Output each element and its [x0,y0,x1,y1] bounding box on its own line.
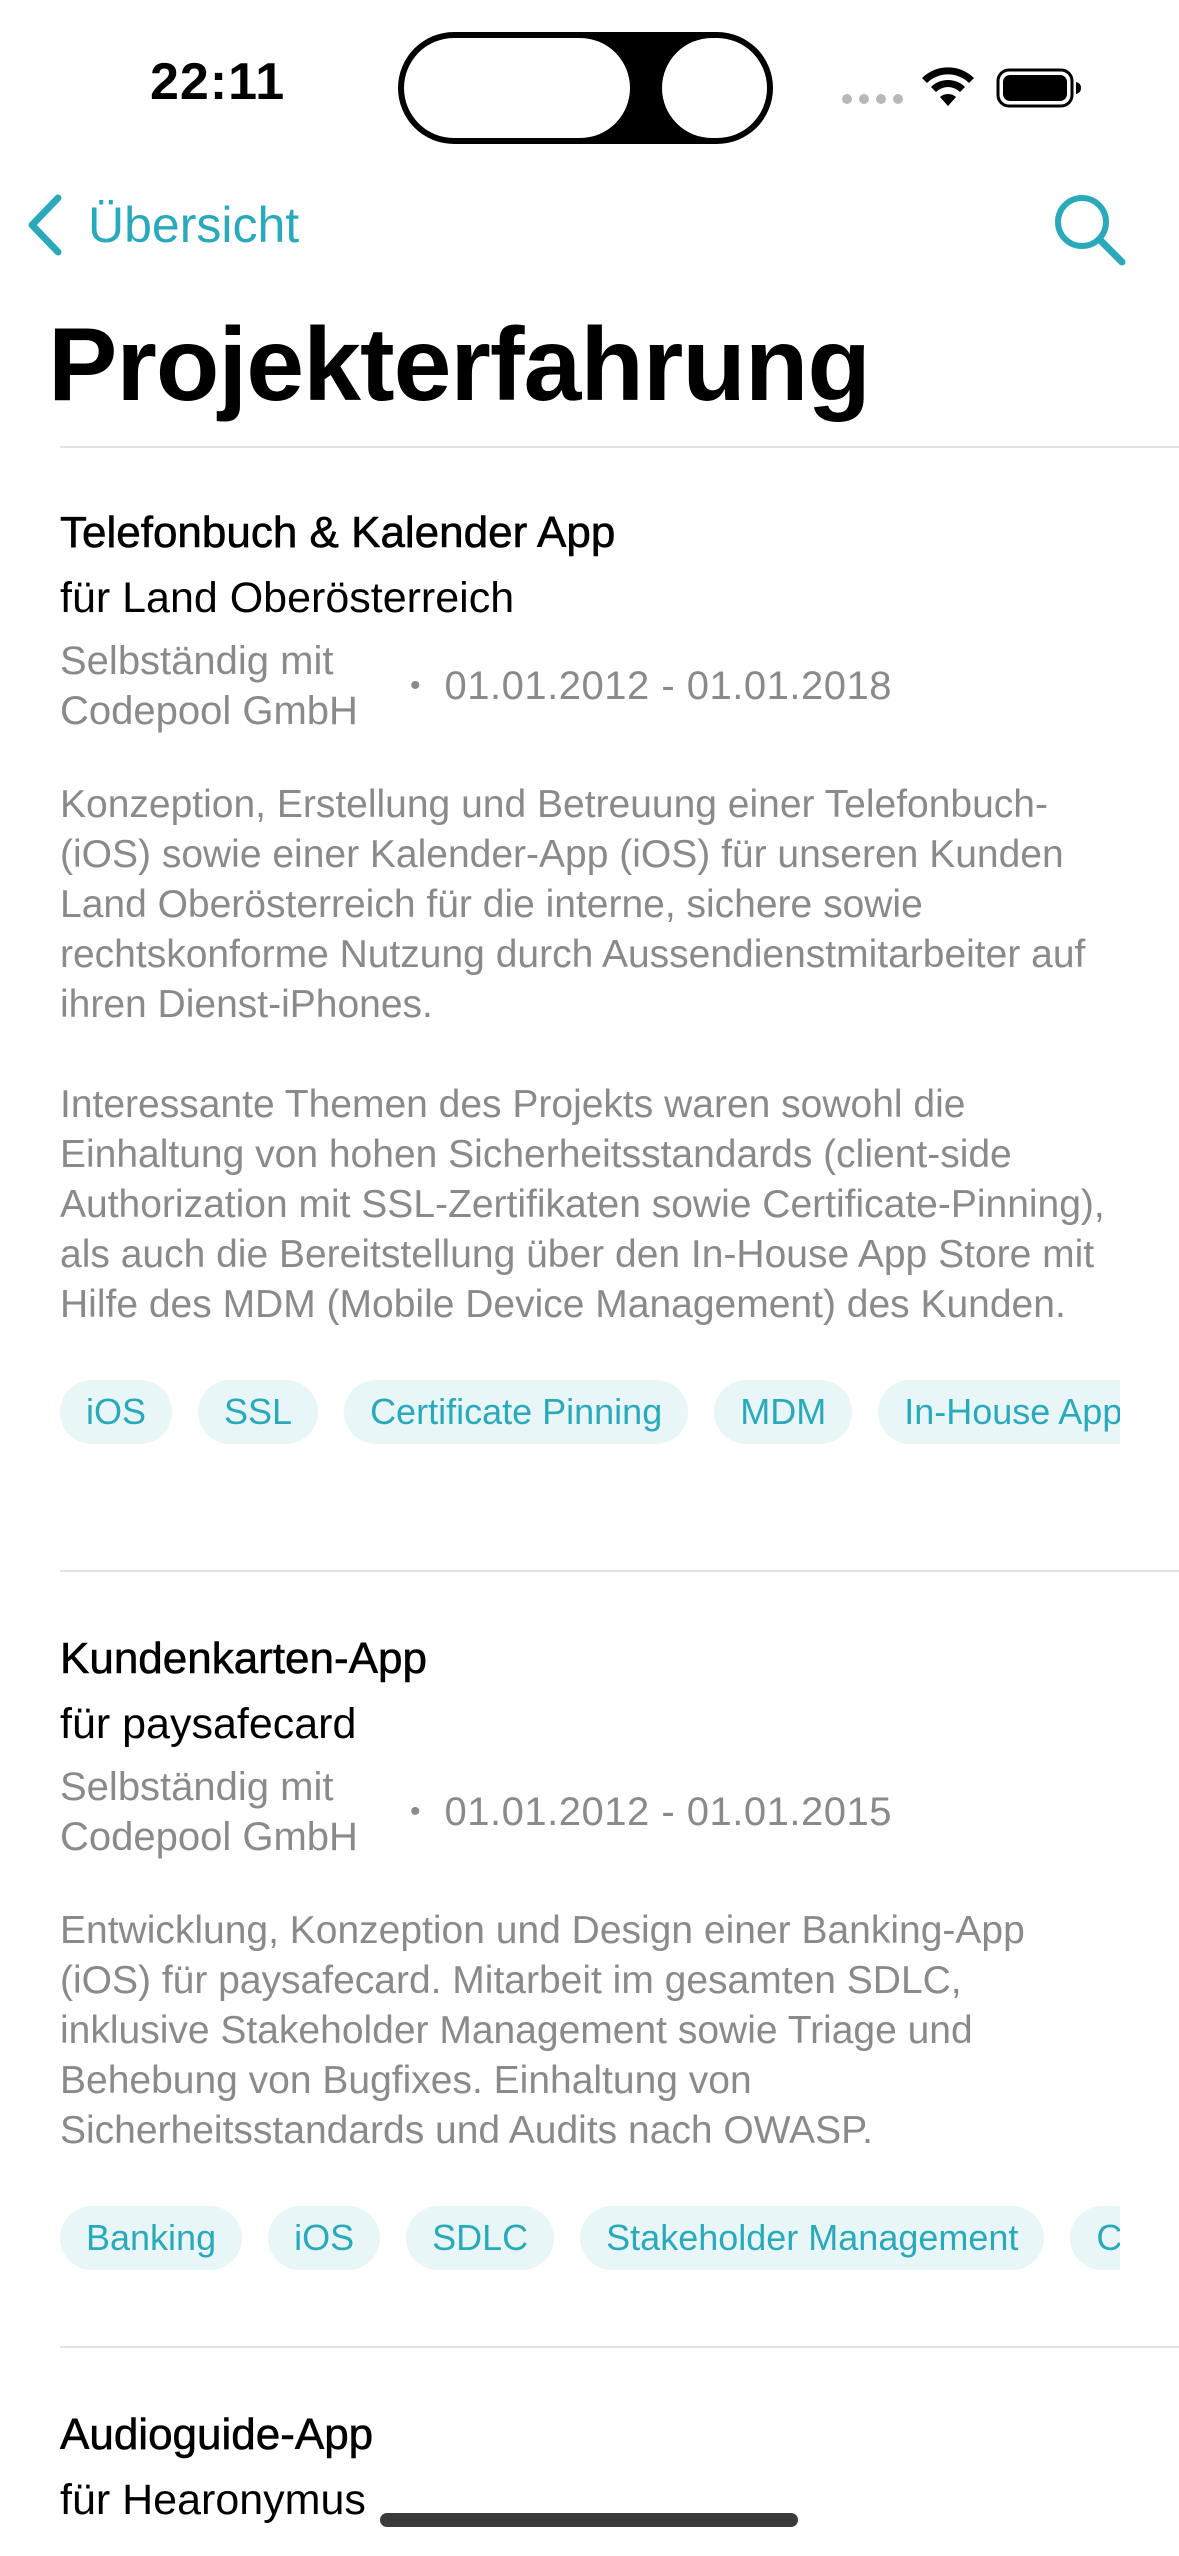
project-client: für paysafecard [60,1700,357,1748]
tag-chip[interactable]: iOS [268,2206,381,2270]
project-title: Audioguide-App [60,2410,374,2460]
island-pill-left [404,38,630,138]
tag-chip[interactable]: Banking [60,2206,243,2270]
tag-chip[interactable]: Stakeholder Management [580,2206,1045,2270]
status-time: 22:11 [150,53,286,111]
tag-chip[interactable]: C [1070,2206,1120,2270]
magnifying-glass-icon [1055,195,1126,266]
page-title: Projekterfahrung [48,307,871,423]
project-card[interactable]: Telefonbuch & Kalender App für Land Ober… [60,502,1120,1444]
project-dates: 01.01.2012 - 01.01.2015 [444,1789,892,1834]
chevron-left-icon [28,194,62,256]
description-paragraph: Konzeption, Erstellung und Betreuung ein… [60,783,1086,1026]
project-employer: Selbständig mit Codepool GmbH [60,1765,358,1859]
tag-chip[interactable]: Certificate Pinning [344,1380,689,1444]
battery-full-icon [996,68,1081,108]
status-bar: 22:11 [0,0,1179,170]
project-meta: Selbständig mit Codepool GmbH • 01.01.20… [60,636,1120,736]
wifi-icon [922,67,974,106]
project-card[interactable]: Kundenkarten-App für paysafecard Selbstä… [60,1628,1120,2270]
tag-chip[interactable]: SSL [198,1380,319,1444]
meta-separator-dot: • [410,1795,421,1828]
back-button-label: Übersicht [88,197,300,253]
description-paragraph: Interessante Themen des Projekts waren s… [60,1083,1105,1326]
section-divider [60,446,1179,448]
search-button[interactable] [1050,190,1130,270]
project-employer: Selbständig mit Codepool GmbH [60,639,358,733]
cellular-signal-icon [842,94,903,104]
tag-chip[interactable]: SDLC [406,2206,555,2270]
project-description: Entwicklung, Konzeption und Design einer… [60,1906,1120,2156]
tag-list[interactable]: Banking iOS SDLC Stakeholder Management … [60,2206,1120,2270]
description-paragraph: Entwicklung, Konzeption und Design einer… [60,1909,1025,2152]
project-dates: 01.01.2012 - 01.01.2018 [444,663,892,708]
dynamic-island [398,32,773,144]
project-description: Konzeption, Erstellung und Betreuung ein… [60,780,1120,1330]
project-title: Telefonbuch & Kalender App [60,508,616,558]
project-meta: Selbständig mit Codepool GmbH • 01.01.20… [60,1762,1120,1862]
tag-list[interactable]: iOS SSL Certificate Pinning MDM In-House… [60,1380,1120,1444]
home-indicator[interactable] [380,2513,798,2527]
project-divider [60,2346,1179,2348]
project-title: Kundenkarten-App [60,1634,428,1684]
project-client: für Land Oberösterreich [60,574,515,622]
tag-chip[interactable]: iOS [60,1380,173,1444]
tag-chip[interactable]: MDM [714,1380,853,1444]
island-pill-right [662,38,767,138]
project-divider [60,1570,1179,1572]
back-button[interactable]: Übersicht [20,190,299,260]
tag-chip[interactable]: In-House App [878,1380,1120,1444]
meta-separator-dot: • [410,669,421,702]
